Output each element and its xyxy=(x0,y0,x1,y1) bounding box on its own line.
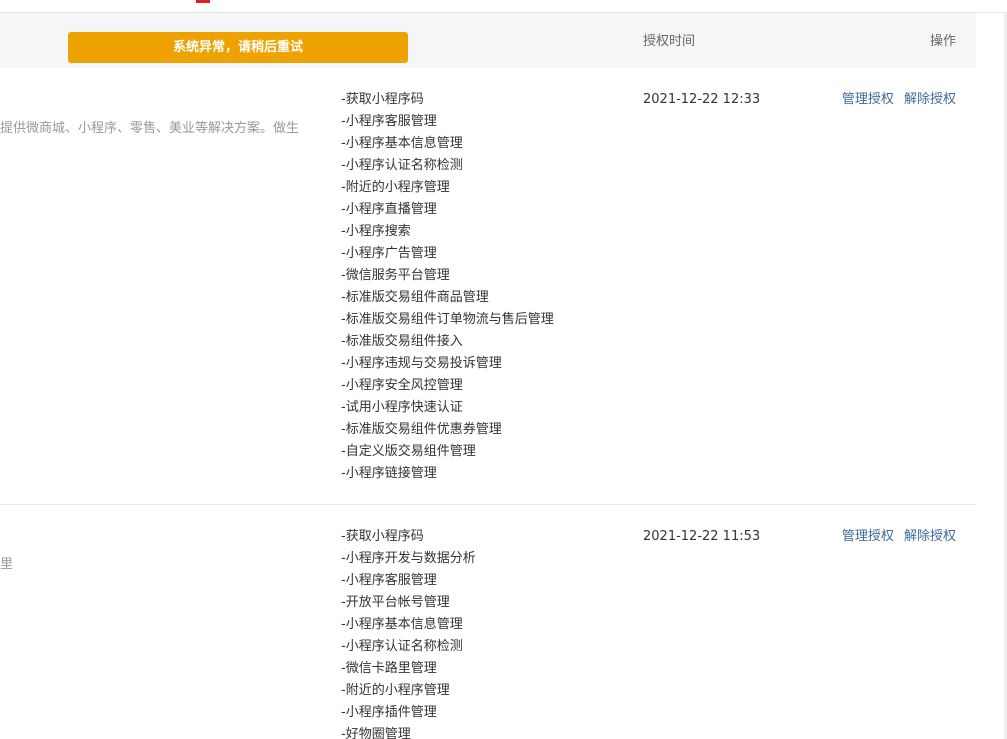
permission-list: -获取小程序码 -小程序开发与数据分析 -小程序客服管理 -开放平台帐号管理 -… xyxy=(341,526,476,739)
permission-item: -获取小程序码 xyxy=(341,92,424,107)
table-row: 里 -获取小程序码 -小程序开发与数据分析 -小程序客服管理 -开放平台帐号管理… xyxy=(0,505,976,739)
permission-item: -小程序违规与交易投诉管理 xyxy=(341,356,502,371)
permission-item: -小程序直播管理 xyxy=(341,202,437,217)
app-description: 提供微商城、小程序、零售、美业等解决方案。做生 xyxy=(0,121,300,136)
permission-item: -小程序开发与数据分析 xyxy=(341,551,476,566)
header-operations: 操作 xyxy=(929,34,956,49)
manage-auth-link[interactable]: 管理授权 xyxy=(842,92,894,107)
manage-auth-link[interactable]: 管理授权 xyxy=(842,529,894,544)
revoke-auth-link[interactable]: 解除授权 xyxy=(904,92,956,107)
permission-item: -小程序客服管理 xyxy=(341,114,437,129)
auth-management-page: 限 授权时间 操作 提供微商城、小程序、零售、美业等解决方案。做生 -获取小程序… xyxy=(0,0,1007,739)
permission-item: -自定义版交易组件管理 xyxy=(341,444,476,459)
row-operations: 管理授权 解除授权 xyxy=(836,526,956,548)
header-auth-time: 授权时间 xyxy=(643,34,696,49)
permission-item: -小程序认证名称检测 xyxy=(341,639,463,654)
permission-item: -小程序客服管理 xyxy=(341,573,437,588)
permission-item: -微信卡路里管理 xyxy=(341,661,437,676)
permission-item: -获取小程序码 xyxy=(341,529,424,544)
permission-item: -小程序基本信息管理 xyxy=(341,136,463,151)
auth-time: 2021-12-22 11:53 xyxy=(643,529,761,544)
permission-item: -小程序广告管理 xyxy=(341,246,437,261)
permission-item: -好物圈管理 xyxy=(341,727,411,739)
error-toast: 系统异常，请稍后重试 xyxy=(68,32,408,63)
app-description: 里 xyxy=(0,557,14,572)
table-row: 提供微商城、小程序、零售、美业等解决方案。做生 -获取小程序码 -小程序客服管理… xyxy=(0,68,976,505)
top-bar-edge xyxy=(0,0,1007,13)
permission-list: -获取小程序码 -小程序客服管理 -小程序基本信息管理 -小程序认证名称检测 -… xyxy=(341,89,554,485)
permission-item: -微信服务平台管理 xyxy=(341,268,450,283)
permission-item: -小程序安全风控管理 xyxy=(341,378,463,393)
top-red-indicator xyxy=(196,0,210,3)
permission-item: -标准版交易组件接入 xyxy=(341,334,463,349)
revoke-auth-link[interactable]: 解除授权 xyxy=(904,529,956,544)
permission-item: -小程序插件管理 xyxy=(341,705,437,720)
permission-item: -试用小程序快速认证 xyxy=(341,400,463,415)
permission-item: -标准版交易组件商品管理 xyxy=(341,290,489,305)
permission-item: -标准版交易组件订单物流与售后管理 xyxy=(341,312,554,327)
permission-item: -小程序认证名称检测 xyxy=(341,158,463,173)
permission-item: -附近的小程序管理 xyxy=(341,683,450,698)
auth-time: 2021-12-22 12:33 xyxy=(643,92,761,107)
permission-item: -标准版交易组件优惠券管理 xyxy=(341,422,502,437)
permission-item: -小程序链接管理 xyxy=(341,466,437,481)
permission-item: -附近的小程序管理 xyxy=(341,180,450,195)
permission-item: -开放平台帐号管理 xyxy=(341,595,450,610)
row-operations: 管理授权 解除授权 xyxy=(836,89,956,111)
permission-item: -小程序搜索 xyxy=(341,224,411,239)
permission-item: -小程序基本信息管理 xyxy=(341,617,463,632)
